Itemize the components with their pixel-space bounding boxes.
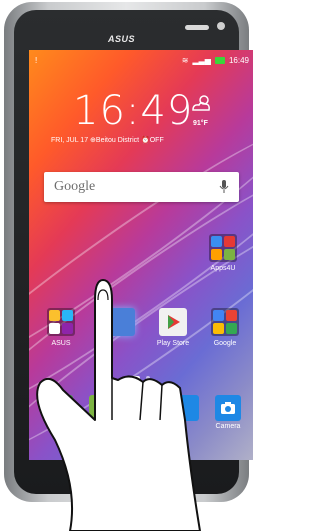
pointing-hand-illustration [36,279,201,531]
